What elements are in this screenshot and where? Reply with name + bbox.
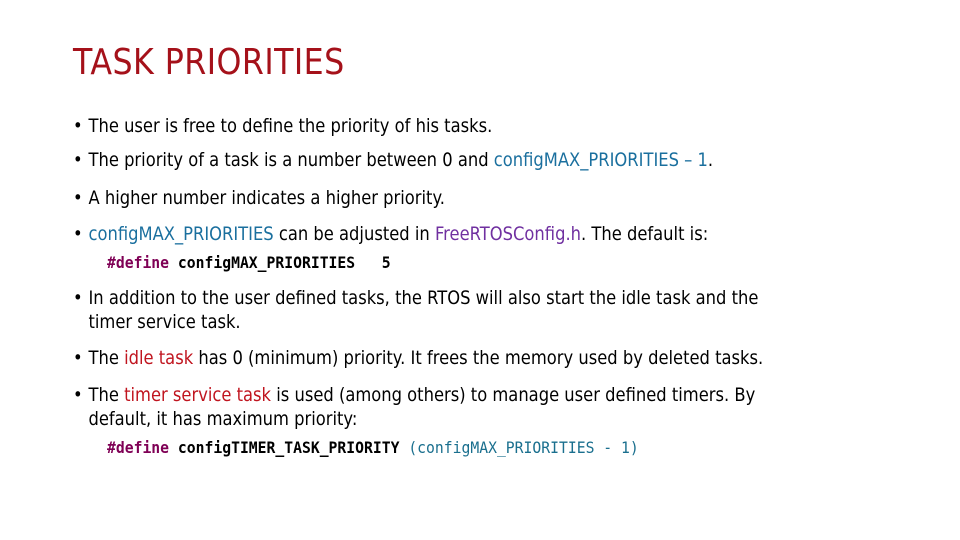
bullet-text: The priority of a task is a number betwe…	[88, 149, 494, 171]
bullet-text: A higher number indicates a higher prior…	[88, 187, 446, 209]
code-line: #define configMAX_PRIORITIES 5	[107, 253, 391, 272]
bullet-item: • In addition to the user defined tasks, …	[73, 286, 758, 334]
bullet-text: has 0 (minimum) priority. It frees the m…	[193, 347, 764, 369]
code-name: configTIMER_TASK_PRIORITY	[169, 438, 400, 457]
code-value: 5	[355, 253, 391, 272]
highlight-config: configMAX_PRIORITIES – 1	[493, 149, 708, 171]
bullet-text: In addition to the user defined tasks, t…	[88, 287, 759, 309]
bullet-item: • The idle task has 0 (minimum) priority.…	[73, 346, 763, 370]
bullet-text: The user is free to define the priority …	[88, 115, 493, 137]
code-line: #define configTIMER_TASK_PRIORITY (confi…	[107, 438, 639, 457]
slide-title: TASK PRIORITIES	[73, 42, 345, 83]
bullet-icon: •	[73, 384, 83, 406]
bullet-item: • The timer service task is used (among o…	[73, 383, 755, 431]
code-keyword: #define	[107, 438, 170, 457]
bullet-icon: •	[73, 187, 83, 209]
bullet-text: The	[88, 384, 125, 406]
bullet-item: • A higher number indicates a higher prio…	[73, 186, 445, 210]
bullet-item: • The priority of a task is a number betw…	[73, 148, 713, 172]
bullet-text: is used (among others) to manage user de…	[271, 384, 756, 406]
highlight-file: FreeRTOSConfig.h	[434, 223, 582, 245]
bullet-text: The	[88, 347, 125, 369]
bullet-item: • The user is free to define the priority…	[73, 114, 492, 138]
bullet-text: can be adjusted in	[273, 223, 435, 245]
code-value: (configMAX_PRIORITIES - 1)	[399, 438, 639, 457]
bullet-text: timer service task.	[88, 311, 241, 333]
code-name: configMAX_PRIORITIES	[169, 253, 356, 272]
bullet-item: • configMAX_PRIORITIES can be adjusted in…	[73, 222, 708, 246]
code-keyword: #define	[107, 253, 170, 272]
bullet-text: default, it has maximum priority:	[88, 408, 358, 430]
bullet-icon: •	[73, 347, 83, 369]
bullet-icon: •	[73, 287, 83, 309]
bullet-text: .	[707, 149, 714, 171]
bullet-text: . The default is:	[581, 223, 709, 245]
highlight-idle-task: idle task	[124, 347, 194, 369]
bullet-icon: •	[73, 149, 83, 171]
highlight-timer-task: timer service task	[124, 384, 272, 406]
bullet-icon: •	[73, 223, 83, 245]
highlight-config: configMAX_PRIORITIES	[88, 223, 274, 245]
bullet-icon: •	[73, 115, 83, 137]
